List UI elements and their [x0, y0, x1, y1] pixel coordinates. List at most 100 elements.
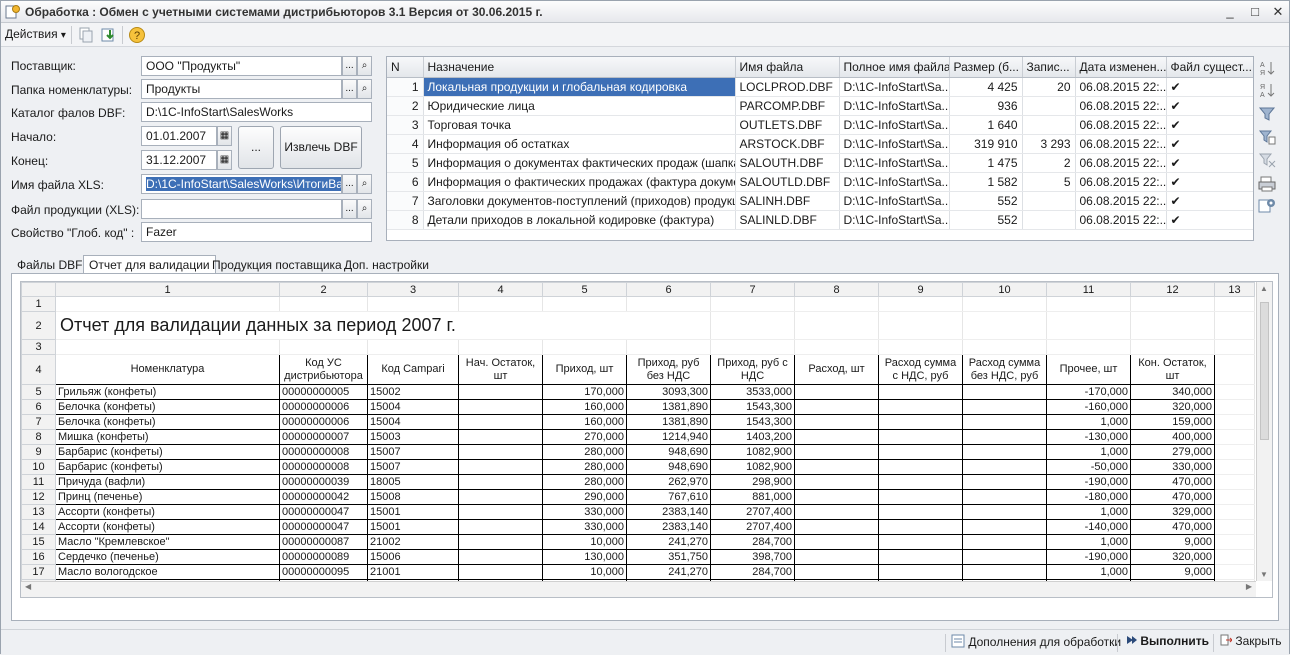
report-column-header[interactable]: Приход, руб без НДС — [626, 354, 711, 385]
sheet-cell[interactable] — [1214, 354, 1255, 385]
report-cell[interactable]: 130,000 — [542, 549, 627, 565]
sheet-row-number[interactable]: 9 — [21, 444, 56, 460]
sheet-column-number[interactable]: 2 — [279, 282, 368, 297]
period-select-button[interactable]: ... — [238, 126, 274, 169]
report-cell[interactable]: 1381,890 — [626, 399, 711, 415]
sheet-cell[interactable] — [1214, 459, 1255, 475]
sheet-cell[interactable] — [279, 296, 368, 312]
sheet-row-number[interactable]: 4 — [21, 354, 56, 385]
file-row-exists[interactable]: ✔ — [1166, 96, 1253, 116]
end-date-field[interactable]: 31.12.2007 — [141, 150, 217, 170]
sort-descending-icon[interactable]: ЯA — [1258, 81, 1276, 99]
report-cell[interactable]: 2383,140 — [626, 519, 711, 535]
supplier-select-button[interactable]: ... — [342, 56, 357, 76]
file-row-size[interactable]: 1 640 — [949, 115, 1023, 135]
sheet-cell[interactable] — [1130, 339, 1215, 355]
report-cell[interactable]: -50,000 — [1046, 459, 1131, 475]
report-cell[interactable] — [962, 519, 1047, 535]
report-cell[interactable]: 270,000 — [542, 429, 627, 445]
report-cell[interactable] — [458, 534, 543, 550]
file-row-fullname[interactable]: D:\1C-InfoStart\Sa... — [839, 134, 950, 154]
report-cell[interactable] — [794, 414, 879, 430]
report-column-header[interactable]: Номенклатура — [55, 354, 280, 385]
sheet-column-number[interactable]: 3 — [367, 282, 459, 297]
file-row-number[interactable]: 3 — [387, 115, 424, 135]
sheet-cell[interactable] — [626, 339, 711, 355]
report-cell[interactable]: 159,000 — [1130, 414, 1215, 430]
scroll-thumb[interactable] — [1260, 302, 1269, 440]
report-cell[interactable]: 00000000095 — [279, 564, 368, 580]
sheet-cell[interactable] — [367, 296, 459, 312]
report-cell[interactable]: 470,000 — [1130, 489, 1215, 505]
sheet-cell[interactable] — [1130, 311, 1215, 340]
sheet-cell[interactable] — [55, 339, 280, 355]
report-cell[interactable]: 00000000005 — [279, 384, 368, 400]
help-icon[interactable]: ? — [128, 26, 146, 44]
file-row-filename[interactable]: SALOUTLD.DBF — [735, 172, 840, 192]
report-cell[interactable] — [458, 459, 543, 475]
report-cell[interactable]: 00000000089 — [279, 549, 368, 565]
report-title[interactable]: Отчет для валидации данных за период 200… — [55, 311, 711, 340]
report-cell[interactable]: 3533,000 — [710, 384, 795, 400]
sheet-cell[interactable] — [55, 296, 280, 312]
file-row-purpose[interactable]: Детали приходов в локальной кодировке (ф… — [423, 210, 736, 230]
file-row-modified[interactable]: 06.08.2015 22:... — [1075, 134, 1167, 154]
minimize-button[interactable]: _ — [1219, 3, 1241, 21]
report-cell[interactable]: 160,000 — [542, 399, 627, 415]
sheet-cell[interactable] — [710, 296, 795, 312]
report-cell[interactable]: -170,000 — [1046, 384, 1131, 400]
report-cell[interactable] — [962, 474, 1047, 490]
sheet-column-number[interactable]: 7 — [710, 282, 795, 297]
sheet-cell[interactable] — [794, 296, 879, 312]
report-cell[interactable]: 15003 — [367, 429, 459, 445]
report-cell[interactable] — [794, 399, 879, 415]
file-row-purpose[interactable]: Информация о фактических продажах (факту… — [423, 172, 736, 192]
sheet-cell[interactable] — [1046, 296, 1131, 312]
report-cell[interactable]: Белочка (конфеты) — [55, 399, 280, 415]
report-cell[interactable]: 262,970 — [626, 474, 711, 490]
sheet-column-number[interactable]: 4 — [458, 282, 543, 297]
report-cell[interactable]: 00000000008 — [279, 459, 368, 475]
report-cell[interactable]: 767,610 — [626, 489, 711, 505]
file-row-exists[interactable]: ✔ — [1166, 77, 1253, 97]
report-cell[interactable]: 15004 — [367, 414, 459, 430]
search-icon[interactable]: ⌕ — [357, 199, 372, 219]
report-cell[interactable] — [794, 444, 879, 460]
report-cell[interactable]: 00000000042 — [279, 489, 368, 505]
sheet-cell[interactable] — [1214, 384, 1255, 400]
sheet-cell[interactable] — [1214, 399, 1255, 415]
file-row-size[interactable]: 552 — [949, 210, 1023, 230]
report-column-header[interactable]: Кон. Остаток, шт — [1130, 354, 1215, 385]
sheet-row-number[interactable]: 10 — [21, 459, 56, 475]
sheet-row-number[interactable]: 11 — [21, 474, 56, 490]
file-row-exists[interactable]: ✔ — [1166, 153, 1253, 173]
report-cell[interactable]: 1,000 — [1046, 444, 1131, 460]
report-cell[interactable] — [878, 564, 963, 580]
report-cell[interactable]: Грильяж (конфеты) — [55, 384, 280, 400]
report-cell[interactable] — [962, 429, 1047, 445]
report-cell[interactable] — [794, 459, 879, 475]
report-cell[interactable]: 1,000 — [1046, 534, 1131, 550]
report-cell[interactable] — [962, 459, 1047, 475]
sheet-cell[interactable] — [1130, 296, 1215, 312]
report-cell[interactable]: 330,000 — [1130, 459, 1215, 475]
report-cell[interactable] — [962, 384, 1047, 400]
file-row-purpose[interactable]: Торговая точка — [423, 115, 736, 135]
report-cell[interactable]: 00000000039 — [279, 474, 368, 490]
report-cell[interactable]: Ассорти (конфеты) — [55, 504, 280, 520]
sheet-cell[interactable] — [1214, 339, 1255, 355]
sheet-cell[interactable] — [1214, 311, 1255, 340]
file-row-modified[interactable]: 06.08.2015 22:... — [1075, 115, 1167, 135]
sheet-column-number[interactable]: 12 — [1130, 282, 1215, 297]
col-header-filename[interactable]: Имя файла — [735, 57, 840, 78]
report-cell[interactable]: 15001 — [367, 519, 459, 535]
glob-code-field[interactable]: Fazer — [141, 222, 372, 242]
report-cell[interactable]: 1543,300 — [710, 414, 795, 430]
report-cell[interactable]: 470,000 — [1130, 519, 1215, 535]
report-cell[interactable]: 15007 — [367, 444, 459, 460]
col-header-records[interactable]: Запис... — [1022, 57, 1076, 78]
print-icon[interactable] — [1258, 175, 1276, 193]
file-row-size[interactable]: 1 475 — [949, 153, 1023, 173]
file-row-size[interactable]: 4 425 — [949, 77, 1023, 97]
report-column-header[interactable]: Приход, руб с НДС — [710, 354, 795, 385]
